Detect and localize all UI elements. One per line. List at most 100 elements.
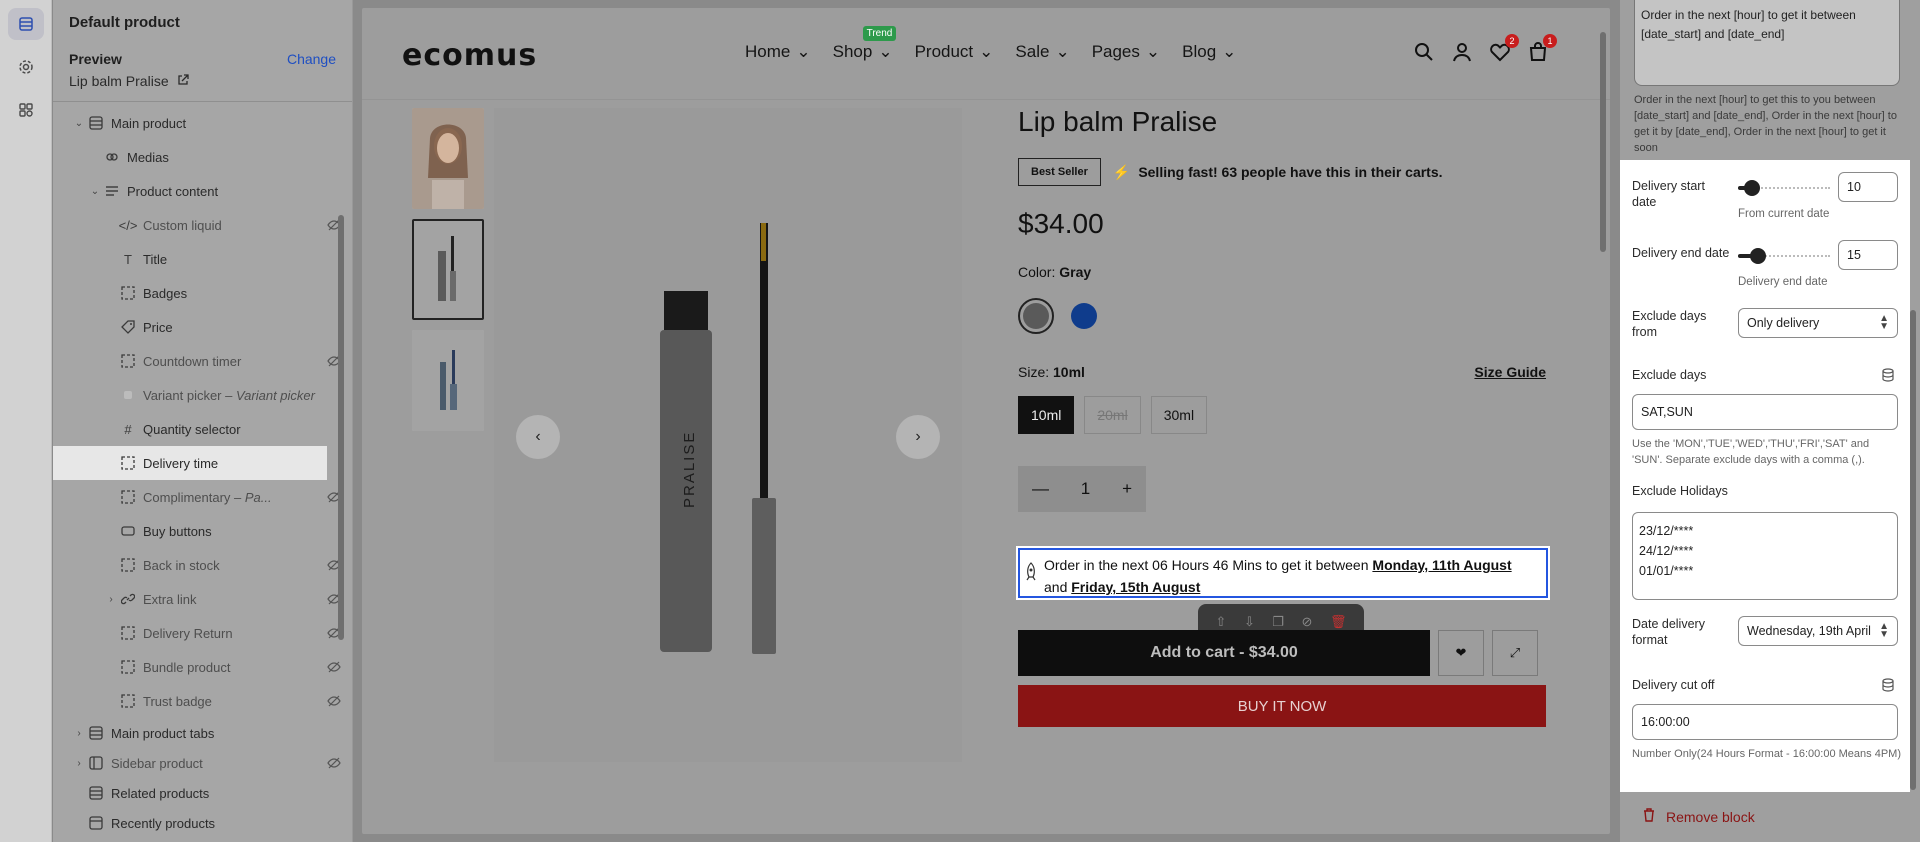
eye-hidden-icon[interactable]: [324, 691, 344, 711]
tree-item-bundle-product[interactable]: Bundle product: [53, 650, 352, 684]
exclude-days-input[interactable]: SAT,SUN: [1632, 394, 1898, 430]
trash-icon[interactable]: 🗑: [1330, 614, 1347, 630]
trend-badge: Trend: [862, 26, 897, 41]
remove-block-button[interactable]: Remove block: [1642, 808, 1755, 825]
tree-item-buy-buttons[interactable]: Buy buttons: [53, 514, 352, 548]
message-textarea[interactable]: Order in the next [hour] to get it betwe…: [1634, 0, 1900, 86]
apps-icon[interactable]: [8, 94, 44, 126]
store-header: ecomus Home ⌄ Shop ⌄ Trend Product ⌄ Sale ⌄ P…: [362, 8, 1610, 100]
best-seller-badge: Best Seller: [1018, 158, 1101, 186]
thumbnail-tube[interactable]: [412, 219, 484, 320]
size-option-20ml[interactable]: 20ml: [1084, 396, 1141, 434]
delivery-end-sub: Delivery end date: [1738, 276, 1828, 288]
tree-item-back-in-stock[interactable]: Back in stock: [53, 548, 352, 582]
tree-item-countdown-timer[interactable]: Countdown timer: [53, 344, 352, 378]
slider-thumb[interactable]: [1750, 248, 1766, 264]
tree-item-title[interactable]: T Title: [53, 242, 352, 276]
tree-item-delivery-time[interactable]: Delivery time: [53, 446, 327, 480]
next-image-button[interactable]: ›: [896, 415, 940, 459]
menu-item-pages[interactable]: Pages ⌄: [1092, 42, 1160, 62]
tree-item-main-product-tabs[interactable]: › Main product tabs: [53, 718, 352, 748]
holidays-textarea[interactable]: 23/12/**** 24/12/**** 01/01/****: [1632, 512, 1898, 600]
tree-item-sidebar-product[interactable]: › Sidebar product: [53, 748, 352, 778]
external-link-icon[interactable]: [177, 73, 189, 89]
quantity-value[interactable]: 1: [1081, 479, 1090, 499]
dynamic-source-icon[interactable]: [1882, 678, 1894, 695]
sidebar-scrollbar[interactable]: [338, 215, 344, 640]
tree-item-product-content[interactable]: ⌄ Product content: [53, 174, 352, 208]
account-icon[interactable]: [1452, 42, 1472, 62]
block-icon: [119, 556, 137, 574]
menu-item-home[interactable]: Home ⌄: [745, 42, 811, 62]
tree-item-related-products[interactable]: Related products: [53, 778, 352, 808]
price-tag-icon: [119, 318, 137, 336]
chevron-down-icon[interactable]: ⌄: [87, 186, 103, 197]
eye-hidden-icon[interactable]: [324, 753, 344, 773]
eye-hidden-icon[interactable]: [324, 657, 344, 677]
tree-item-medias[interactable]: Medias: [53, 140, 352, 174]
thumbnail-model[interactable]: [412, 108, 484, 209]
swatch-blue[interactable]: [1066, 298, 1102, 334]
swatch-gray[interactable]: [1018, 298, 1054, 334]
delivery-start-slider[interactable]: [1738, 180, 1830, 196]
delivery-time-block[interactable]: Order in the next 06 Hours 46 Mins to ge…: [1016, 546, 1550, 600]
add-to-cart-button[interactable]: Add to cart - $34.00: [1018, 630, 1430, 676]
chevron-right-icon[interactable]: ›: [71, 758, 87, 769]
search-icon[interactable]: [1414, 42, 1434, 62]
move-down-icon[interactable]: ⇩: [1244, 614, 1255, 630]
tree-item-price[interactable]: Price: [53, 310, 352, 344]
tree-item-custom-liquid[interactable]: </> Custom liquid: [53, 208, 352, 242]
preview-scrollbar[interactable]: [1600, 32, 1606, 252]
duplicate-icon[interactable]: ❐: [1272, 614, 1284, 630]
hash-icon: #: [124, 421, 132, 437]
cutoff-input[interactable]: 16:00:00: [1632, 704, 1898, 740]
sections-icon[interactable]: [7, 8, 44, 40]
wishlist-icon[interactable]: 2: [1490, 34, 1519, 62]
tree-item-main-product[interactable]: ⌄ Main product: [53, 106, 352, 140]
tree-item-delivery-return[interactable]: Delivery Return: [53, 616, 352, 650]
thumbnail-tube-blue[interactable]: [412, 330, 484, 431]
size-option-10ml[interactable]: 10ml: [1018, 396, 1075, 434]
chevron-right-icon[interactable]: ›: [71, 728, 87, 739]
menu-item-product[interactable]: Product ⌄: [915, 42, 994, 62]
tree-item-quantity-selector[interactable]: # Quantity selector: [53, 412, 352, 446]
delivery-start-input[interactable]: 10: [1838, 172, 1898, 202]
chevron-right-icon[interactable]: ›: [103, 594, 119, 605]
delivery-end-slider[interactable]: [1738, 248, 1830, 264]
dynamic-source-icon[interactable]: [1882, 368, 1894, 385]
date-format-select[interactable]: Wednesday, 19th April ▲ ▼: [1738, 616, 1898, 646]
size-option-30ml[interactable]: 30ml: [1150, 396, 1208, 434]
select-caret-icon: ▲ ▼: [1879, 621, 1889, 640]
store-logo[interactable]: ecomus: [402, 38, 537, 73]
tree-item-trust-badge[interactable]: Trust badge: [53, 684, 352, 718]
delivery-end-input[interactable]: 15: [1838, 240, 1898, 270]
plus-icon[interactable]: +: [1122, 479, 1132, 499]
gear-icon[interactable]: [8, 51, 44, 83]
menu-item-blog[interactable]: Blog ⌄: [1182, 42, 1236, 62]
tree-item-recently-products[interactable]: Recently products: [53, 808, 352, 838]
prev-image-button[interactable]: ‹: [516, 415, 560, 459]
buy-it-now-button[interactable]: BUY IT NOW: [1018, 685, 1546, 727]
tree-item-extra-link[interactable]: › Extra link: [53, 582, 352, 616]
tree-item-variant-picker[interactable]: Variant picker – Variant picker: [53, 378, 352, 412]
size-guide-link[interactable]: Size Guide: [1474, 364, 1546, 380]
slider-thumb[interactable]: [1744, 180, 1760, 196]
hide-icon[interactable]: ⊘: [1302, 614, 1313, 630]
tree-item-badges[interactable]: Badges: [53, 276, 352, 310]
message-help: Order in the next [hour] to get this to …: [1634, 94, 1897, 154]
menu-item-sale[interactable]: Sale ⌄: [1015, 42, 1069, 62]
chevron-down-icon[interactable]: ⌄: [71, 118, 87, 129]
change-preview-link[interactable]: Change: [287, 51, 336, 67]
tree-item-complimentary[interactable]: Complimentary – Pa...: [53, 480, 352, 514]
main-product-image[interactable]: PRALISE ‹ ›: [494, 108, 962, 762]
chevron-down-icon: ⌄: [1055, 42, 1070, 61]
app-block-icon: [119, 386, 137, 404]
minus-icon[interactable]: —: [1032, 479, 1049, 499]
cart-icon[interactable]: 1: [1528, 34, 1557, 62]
settings-scrollbar[interactable]: [1910, 310, 1916, 790]
exclude-from-select[interactable]: Only delivery ▲ ▼: [1738, 308, 1898, 338]
move-up-icon[interactable]: ⇧: [1216, 614, 1227, 630]
compare-button[interactable]: ⤢: [1492, 630, 1538, 676]
wishlist-button[interactable]: ❤: [1438, 630, 1484, 676]
menu-item-shop[interactable]: Shop ⌄ Trend: [833, 26, 897, 62]
